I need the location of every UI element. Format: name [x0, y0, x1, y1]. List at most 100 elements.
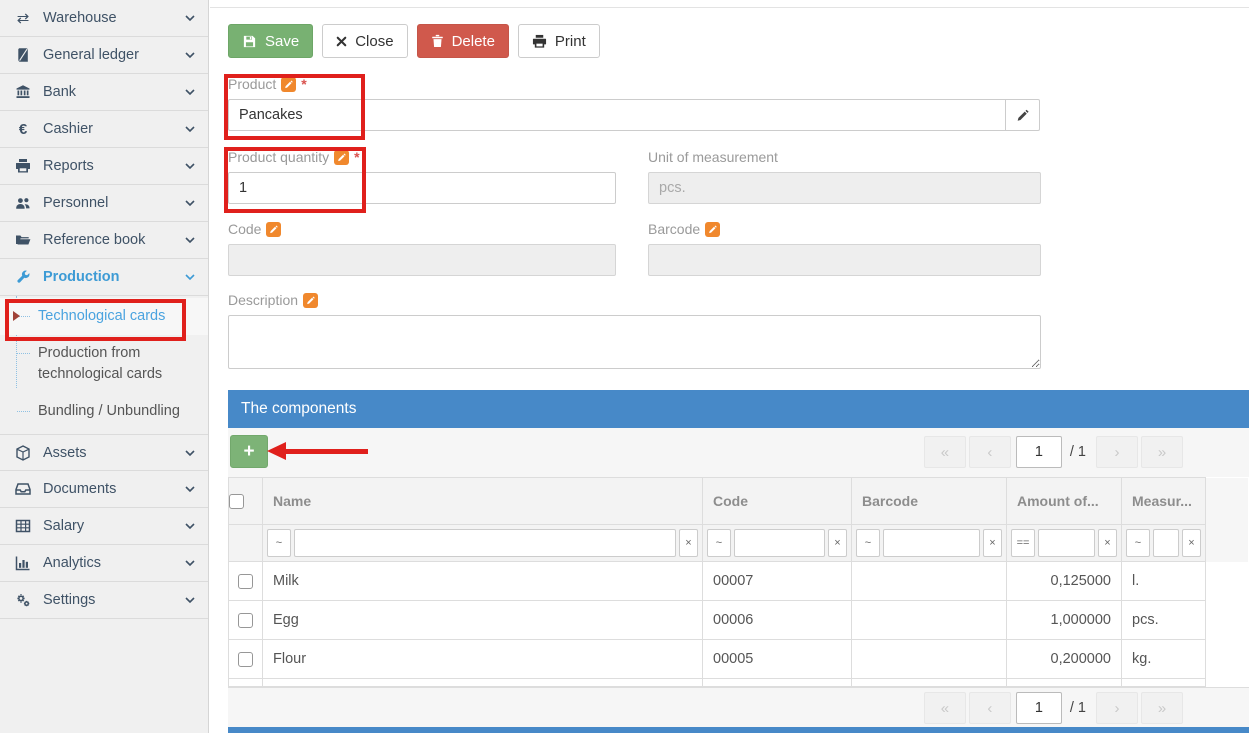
- barcode-filter-input[interactable]: [883, 529, 980, 557]
- production-submenu: Technological cards Production from tech…: [0, 296, 208, 434]
- sidebar-item-label: Settings: [43, 592, 95, 608]
- cell-amount: 0,200000: [1007, 640, 1122, 679]
- sidebar-item-salary[interactable]: Salary: [0, 508, 208, 545]
- sidebar-item-reports[interactable]: Reports: [0, 148, 208, 185]
- name-filter-input[interactable]: [294, 529, 676, 557]
- prev-page-button[interactable]: ‹: [969, 692, 1011, 724]
- prev-page-button[interactable]: ‹: [969, 436, 1011, 468]
- chevron-down-icon: [184, 271, 196, 283]
- pencil-icon: [1016, 109, 1029, 122]
- product-quantity-input[interactable]: [228, 172, 616, 204]
- cell-barcode: [852, 640, 1007, 679]
- chevron-down-icon: [184, 49, 196, 61]
- row-checkbox[interactable]: [238, 652, 253, 667]
- page-total-label: / 1: [1070, 700, 1086, 716]
- sidebar-item-general-ledger[interactable]: General ledger: [0, 37, 208, 74]
- app-window: ⇄ Warehouse General ledger Bank € Cashie…: [0, 0, 1249, 733]
- sidebar-item-settings[interactable]: Settings: [0, 582, 208, 619]
- close-button[interactable]: Close: [322, 24, 407, 58]
- sidebar-item-personnel[interactable]: Personnel: [0, 185, 208, 222]
- code-label: Code: [228, 221, 616, 237]
- table-row[interactable]: Flour 00005 0,200000 kg.: [229, 640, 1249, 679]
- components-footer: « ‹ / 1 › »: [228, 687, 1249, 727]
- first-page-button[interactable]: «: [924, 436, 966, 468]
- filter-operator-button[interactable]: ~: [1126, 529, 1150, 557]
- clear-filter-button[interactable]: ×: [983, 529, 1002, 557]
- product-input[interactable]: [228, 99, 1006, 131]
- action-toolbar: Save Close Delete Print: [228, 24, 600, 58]
- sidebar-item-bundling-unbundling[interactable]: Bundling / Unbundling: [0, 393, 208, 430]
- column-header-barcode: Barcode: [852, 478, 1007, 525]
- sidebar-item-label: Reference book: [43, 232, 145, 248]
- table-row[interactable]: Milk 00007 0,125000 l.: [229, 562, 1249, 601]
- components-panel: The components + « ‹ / 1 › »: [228, 390, 1249, 733]
- edit-pencil-icon[interactable]: [334, 150, 349, 165]
- description-label: Description: [228, 292, 1041, 308]
- filter-operator-button[interactable]: ~: [707, 529, 731, 557]
- sidebar-item-label: Assets: [43, 445, 87, 461]
- sidebar-item-bank[interactable]: Bank: [0, 74, 208, 111]
- edit-pencil-icon[interactable]: [705, 222, 720, 237]
- amount-filter-input[interactable]: [1038, 529, 1095, 557]
- column-header-code: Code: [703, 478, 852, 525]
- cell-barcode: [852, 601, 1007, 640]
- sidebar-item-analytics[interactable]: Analytics: [0, 545, 208, 582]
- row-checkbox[interactable]: [238, 613, 253, 628]
- page-number-input[interactable]: [1016, 692, 1062, 724]
- measure-filter-input[interactable]: [1153, 529, 1179, 557]
- page-total-label: / 1: [1070, 444, 1086, 460]
- select-all-checkbox[interactable]: [229, 494, 244, 509]
- sidebar-item-production[interactable]: Production: [0, 259, 208, 296]
- add-component-button[interactable]: +: [230, 435, 268, 468]
- sidebar-item-documents[interactable]: Documents: [0, 471, 208, 508]
- page-number-input[interactable]: [1016, 436, 1062, 468]
- last-page-button[interactable]: »: [1141, 436, 1183, 468]
- edit-pencil-icon[interactable]: [281, 77, 296, 92]
- edit-pencil-icon[interactable]: [266, 222, 281, 237]
- sidebar-item-cashier[interactable]: € Cashier: [0, 111, 208, 148]
- table-row[interactable]: Egg 00006 1,000000 pcs.: [229, 601, 1249, 640]
- filter-operator-button[interactable]: ~: [856, 529, 880, 557]
- bar-chart-icon: [13, 555, 33, 571]
- filter-operator-button[interactable]: ~: [267, 529, 291, 557]
- cell-code: 00007: [703, 562, 852, 601]
- code-filter-input[interactable]: [734, 529, 825, 557]
- components-table: Name Code Barcode Amount of... Measur...…: [228, 477, 1249, 687]
- row-checkbox[interactable]: [238, 574, 253, 589]
- sidebar-item-label: General ledger: [43, 47, 139, 63]
- inbox-icon: [13, 481, 33, 497]
- clear-filter-button[interactable]: ×: [1098, 529, 1117, 557]
- save-button[interactable]: Save: [228, 24, 313, 58]
- cell-measure: pcs.: [1122, 601, 1206, 640]
- sidebar-item-assets[interactable]: Assets: [0, 434, 208, 471]
- description-textarea[interactable]: [228, 315, 1041, 369]
- barcode-label: Barcode: [648, 221, 1041, 237]
- first-page-button[interactable]: «: [924, 692, 966, 724]
- clear-filter-button[interactable]: ×: [828, 529, 847, 557]
- components-panel-header: The components: [228, 390, 1249, 428]
- cell-code: 00006: [703, 601, 852, 640]
- product-edit-button[interactable]: [1006, 99, 1040, 131]
- edit-pencil-icon[interactable]: [303, 293, 318, 308]
- delete-button[interactable]: Delete: [417, 24, 509, 58]
- bank-icon: [13, 84, 33, 100]
- required-marker: *: [301, 76, 306, 92]
- sidebar-item-warehouse[interactable]: ⇄ Warehouse: [0, 0, 208, 37]
- sidebar-item-production-from-technological-cards[interactable]: Production from technological cards: [0, 335, 208, 393]
- next-page-button[interactable]: ›: [1096, 436, 1138, 468]
- sidebar-item-reference-book[interactable]: Reference book: [0, 222, 208, 259]
- sidebar-item-label: Reports: [43, 158, 94, 174]
- clear-filter-button[interactable]: ×: [1182, 529, 1201, 557]
- print-button-label: Print: [555, 33, 586, 50]
- sidebar-item-label: Documents: [43, 481, 116, 497]
- chevron-down-icon: [184, 483, 196, 495]
- last-page-button[interactable]: »: [1141, 692, 1183, 724]
- sidebar-item-label: Production from technological cards: [38, 345, 162, 382]
- clear-filter-button[interactable]: ×: [679, 529, 698, 557]
- next-page-button[interactable]: ›: [1096, 692, 1138, 724]
- sidebar-item-technological-cards[interactable]: Technological cards: [0, 298, 208, 335]
- filter-operator-button[interactable]: ==: [1011, 529, 1035, 557]
- unit-of-measurement-input: [648, 172, 1041, 204]
- unit-field-group: Unit of measurement: [648, 149, 1041, 204]
- print-button[interactable]: Print: [518, 24, 600, 58]
